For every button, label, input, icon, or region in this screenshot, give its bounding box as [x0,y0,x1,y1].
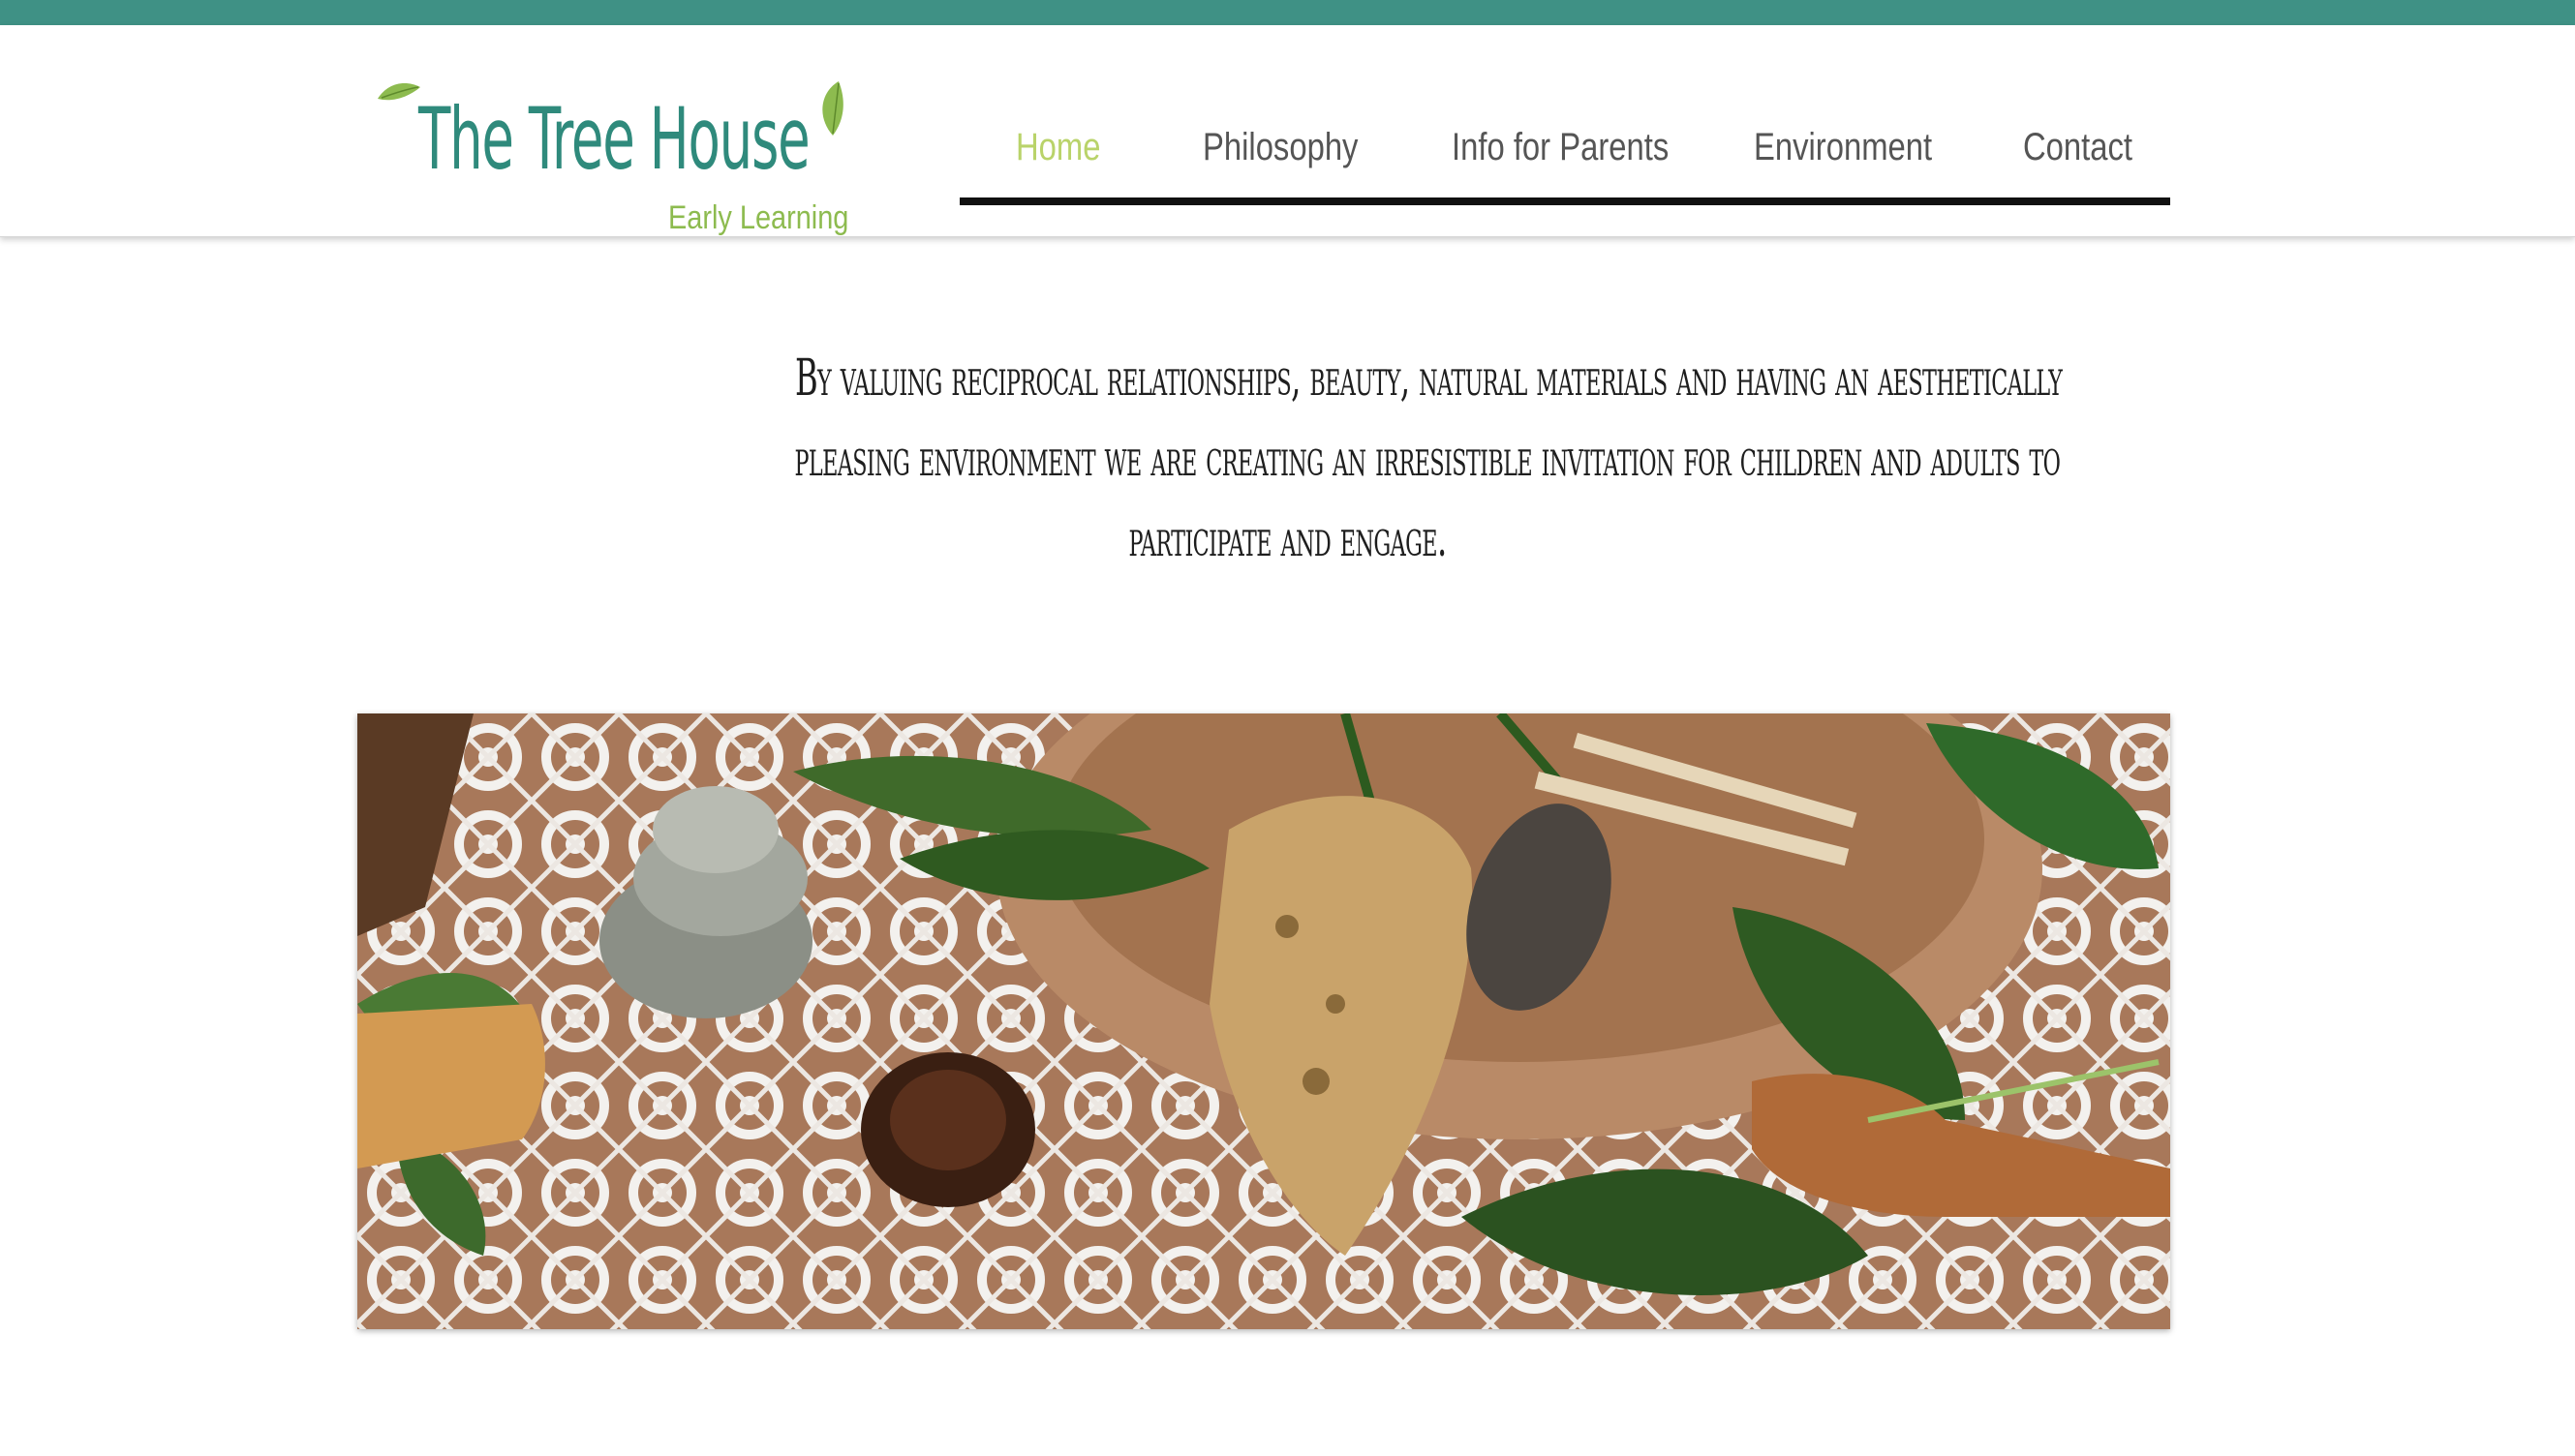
leaf-right-icon [822,81,843,136]
tagline-line-3: participate and engage. [1128,510,1448,568]
nav-item-home[interactable]: Home [1016,126,1100,169]
hero-image [357,713,2170,1329]
logo-subtitle: Early Learning [668,199,849,236]
main-nav: Home Philosophy Info for Parents Environ… [960,122,2170,207]
top-accent-strip [0,0,2575,25]
nav-item-philosophy[interactable]: Philosophy [1203,126,1358,169]
nature-table-photo [357,713,2170,1329]
site-header: The Tree House Early Learning Home Philo… [0,25,2575,237]
nav-item-info-for-parents[interactable]: Info for Parents [1452,126,1669,169]
tagline-line-2: pleasing environment we are creating an … [794,430,2061,488]
tagline-line-1: By valuing reciprocal relationships, bea… [794,349,2063,408]
nav-item-environment[interactable]: Environment [1754,126,1932,169]
site-logo[interactable]: The Tree House Early Learning [368,72,852,256]
tagline: By valuing reciprocal relationships, bea… [407,339,2169,580]
leaf-left-icon [378,83,420,101]
logo-title: The Tree House [418,89,811,189]
nav-item-contact[interactable]: Contact [2023,126,2132,169]
nav-underline [960,197,2170,205]
